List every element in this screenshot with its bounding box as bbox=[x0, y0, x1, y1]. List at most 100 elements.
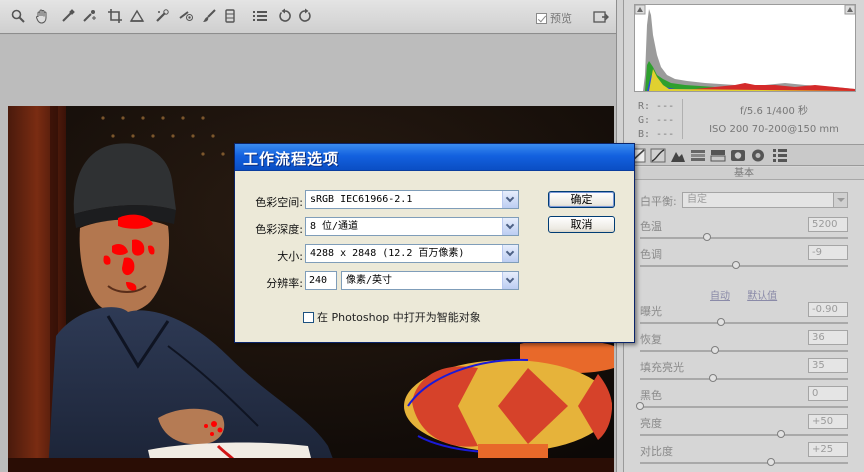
white-balance-value: 自定 bbox=[687, 194, 707, 205]
rotate-right-icon[interactable] bbox=[296, 7, 314, 25]
camera-raw-window: 预览 R: --- G: --- B: --- f/5.6 1/400 秒 IS… bbox=[0, 0, 864, 472]
adjustment-value-field[interactable]: 5200 bbox=[808, 217, 848, 232]
readout-b: B: --- bbox=[638, 129, 675, 140]
chevron-down-icon[interactable] bbox=[502, 272, 518, 289]
slider-thumb[interactable] bbox=[702, 233, 711, 241]
color-space-select[interactable]: sRGB IEC61966-2.1 bbox=[305, 190, 519, 209]
eyedropper-icon[interactable] bbox=[59, 7, 77, 25]
rotate-left-icon[interactable] bbox=[276, 7, 294, 25]
resolution-unit-value: 像素/英寸 bbox=[346, 275, 393, 286]
preview-label: 预览 bbox=[550, 12, 572, 25]
white-balance-label: 白平衡: bbox=[640, 195, 677, 208]
dialog-title: 工作流程选项 bbox=[243, 150, 340, 168]
adjustment-slider[interactable] bbox=[640, 374, 848, 382]
bit-depth-value: 8 位/通道 bbox=[310, 221, 359, 232]
crop-icon[interactable] bbox=[106, 7, 124, 25]
sampler-icon[interactable] bbox=[80, 7, 98, 25]
default-link[interactable]: 默认值 bbox=[747, 291, 777, 302]
chevron-down-icon[interactable] bbox=[502, 245, 518, 262]
tab-camera-calibration-icon[interactable] bbox=[750, 148, 766, 163]
slider-thumb[interactable] bbox=[731, 261, 740, 269]
slider-thumb[interactable] bbox=[777, 430, 786, 438]
smart-object-checkbox-row[interactable]: 在 Photoshop 中打开为智能对象 bbox=[303, 309, 481, 325]
camera-info: f/5.6 1/400 秒 ISO 200 70-200@150 mm bbox=[690, 103, 858, 139]
adjustment-label: 填充亮光 bbox=[640, 361, 684, 374]
resolution-unit-select[interactable]: 像素/英寸 bbox=[341, 271, 519, 290]
adjustment-slider[interactable] bbox=[640, 261, 848, 269]
smart-object-label: 在 Photoshop 中打开为智能对象 bbox=[317, 311, 481, 324]
slider-thumb[interactable] bbox=[708, 374, 717, 382]
dialog-titlebar[interactable]: 工作流程选项 bbox=[235, 144, 634, 171]
tab-split-tone-icon[interactable] bbox=[710, 148, 726, 163]
adjustment-slider[interactable] bbox=[640, 346, 848, 354]
list-icon[interactable] bbox=[251, 7, 269, 25]
camera-exposure: f/5.6 1/400 秒 bbox=[740, 106, 808, 117]
bit-depth-select[interactable]: 8 位/通道 bbox=[305, 217, 519, 236]
cancel-button[interactable]: 取消 bbox=[548, 216, 615, 233]
adjustment-slider[interactable] bbox=[640, 458, 848, 466]
gradient-icon[interactable] bbox=[221, 7, 239, 25]
adjustment-slider[interactable] bbox=[636, 402, 848, 410]
tab-hsl-icon[interactable] bbox=[690, 148, 706, 163]
chevron-down-icon[interactable] bbox=[502, 218, 518, 235]
white-balance-select[interactable]: 自定 bbox=[682, 192, 848, 208]
tab-curve-icon[interactable] bbox=[650, 148, 666, 163]
adjustment-value-field[interactable]: 35 bbox=[808, 358, 848, 373]
size-select[interactable]: 4288 x 2848 (12.2 百万像素) bbox=[305, 244, 519, 263]
camera-lens: ISO 200 70-200@150 mm bbox=[709, 124, 839, 135]
color-space-value: sRGB IEC61966-2.1 bbox=[310, 194, 413, 205]
color-space-label: 色彩空间: bbox=[255, 196, 303, 209]
smart-object-checkbox[interactable] bbox=[303, 311, 314, 323]
rgb-readout: R: --- G: --- B: --- bbox=[638, 100, 674, 142]
bit-depth-label: 色彩深度: bbox=[255, 223, 303, 236]
adjustment-slider[interactable] bbox=[640, 318, 848, 326]
toolbar: 预览 bbox=[0, 0, 624, 34]
red-eye-icon[interactable] bbox=[177, 7, 195, 25]
size-label: 大小: bbox=[277, 250, 303, 263]
adjustment-value-field[interactable]: +25 bbox=[808, 442, 848, 457]
fullscreen-icon[interactable] bbox=[593, 9, 609, 25]
tab-lens-icon[interactable] bbox=[730, 148, 746, 163]
chevron-down-icon[interactable] bbox=[833, 193, 847, 207]
readout-r: R: --- bbox=[638, 101, 675, 112]
adjustment-label: 对比度 bbox=[640, 445, 673, 458]
adjustment-label: 曝光 bbox=[640, 305, 662, 318]
retouch-icon[interactable] bbox=[153, 7, 171, 25]
tab-detail-icon[interactable] bbox=[670, 148, 686, 163]
auto-link[interactable]: 自动 bbox=[710, 291, 730, 302]
adjustment-label: 色调 bbox=[640, 248, 662, 261]
adjustment-label: 亮度 bbox=[640, 417, 662, 430]
resolution-label: 分辨率: bbox=[266, 277, 303, 290]
adjustment-label: 恢复 bbox=[640, 333, 662, 346]
adjustment-value-field[interactable]: 36 bbox=[808, 330, 848, 345]
adjustment-slider[interactable] bbox=[640, 430, 848, 438]
slider-thumb[interactable] bbox=[710, 346, 719, 354]
hand-icon[interactable] bbox=[33, 7, 51, 25]
adjustment-value-field[interactable]: 0 bbox=[808, 386, 848, 401]
workflow-options-dialog: 工作流程选项 色彩空间: sRGB IEC61966-2.1 色彩深度: 8 位… bbox=[234, 143, 635, 343]
preview-check-icon[interactable] bbox=[536, 12, 547, 24]
panel-tabs bbox=[624, 144, 864, 166]
adjustment-label: 黑色 bbox=[640, 389, 662, 402]
panel-title: 基本 bbox=[624, 167, 864, 180]
magnifier-icon[interactable] bbox=[9, 7, 27, 25]
preview-checkbox[interactable]: 预览 bbox=[536, 10, 572, 26]
adjustment-value-field[interactable]: -9 bbox=[808, 245, 848, 260]
ok-button[interactable]: 确定 bbox=[548, 191, 615, 208]
adjustment-value-field[interactable]: -0.90 bbox=[808, 302, 848, 317]
chevron-down-icon[interactable] bbox=[502, 191, 518, 208]
tab-presets-icon[interactable] bbox=[772, 148, 788, 163]
slider-thumb[interactable] bbox=[717, 318, 726, 326]
adjustments-panel: R: --- G: --- B: --- f/5.6 1/400 秒 ISO 2… bbox=[624, 0, 864, 472]
adjustment-value-field[interactable]: +50 bbox=[808, 414, 848, 429]
adjustment-slider[interactable] bbox=[640, 233, 848, 241]
slider-thumb[interactable] bbox=[636, 402, 644, 410]
auto-default-links: 自动 默认值 bbox=[710, 287, 791, 302]
resolution-input[interactable]: 240 bbox=[305, 271, 337, 290]
adjustment-label: 色温 bbox=[640, 220, 662, 233]
histogram-graph bbox=[635, 5, 855, 91]
straighten-icon[interactable] bbox=[128, 7, 146, 25]
histogram bbox=[634, 4, 856, 92]
slider-thumb[interactable] bbox=[767, 458, 776, 466]
brush-icon[interactable] bbox=[200, 7, 218, 25]
